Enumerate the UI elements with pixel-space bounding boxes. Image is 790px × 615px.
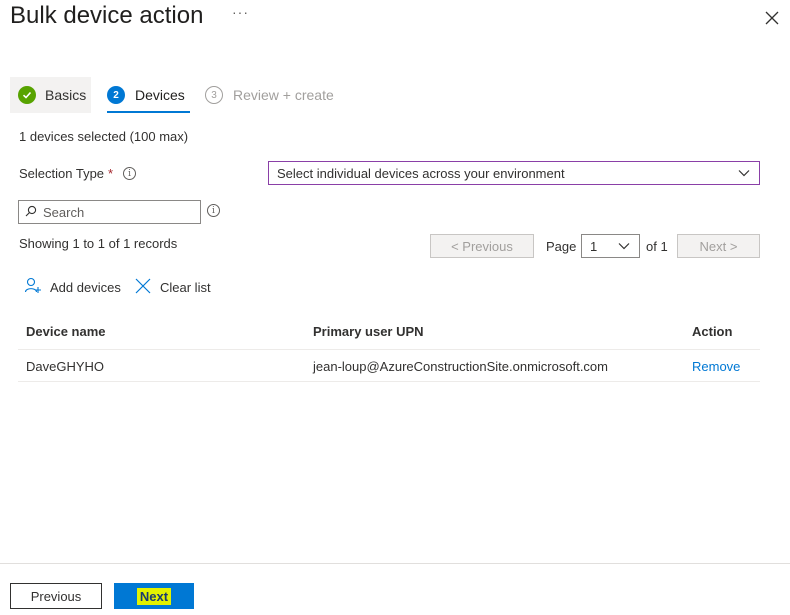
- selection-type-label: Selection Type * i: [19, 166, 137, 181]
- wizard-step-review: 3 Review + create: [205, 77, 334, 113]
- info-icon[interactable]: i: [207, 204, 220, 217]
- next-page-button[interactable]: Next >: [677, 234, 760, 258]
- wizard-step-label: Devices: [135, 87, 185, 103]
- chevron-down-icon: [737, 166, 751, 183]
- table-divider: [18, 349, 760, 350]
- table-divider: [18, 381, 760, 382]
- selection-type-dropdown[interactable]: Select individual devices across your en…: [268, 161, 760, 185]
- column-header-action: Action: [692, 324, 733, 339]
- search-icon: [25, 205, 37, 220]
- required-marker: *: [108, 166, 114, 181]
- step-number-badge: 3: [205, 86, 223, 104]
- close-icon: [134, 277, 160, 298]
- wizard-step-devices[interactable]: 2 Devices: [107, 77, 185, 113]
- column-header-device-name: Device name: [26, 324, 106, 339]
- page-label: Page: [546, 239, 577, 254]
- step-number-badge: 2: [107, 86, 125, 104]
- add-devices-button[interactable]: Add devices: [24, 277, 121, 298]
- search-placeholder: Search: [43, 204, 85, 220]
- more-options-icon[interactable]: ···: [232, 4, 249, 20]
- selection-type-label-text: Selection Type: [19, 166, 105, 181]
- search-input[interactable]: Search: [18, 200, 201, 224]
- column-header-primary-user-upn: Primary user UPN: [313, 324, 424, 339]
- checkmark-icon: [18, 86, 36, 104]
- remove-link[interactable]: Remove: [692, 359, 740, 374]
- close-icon[interactable]: [762, 8, 782, 28]
- footer-next-label: Next: [136, 587, 172, 605]
- page-total-label: of 1: [646, 239, 668, 254]
- wizard-step-basics[interactable]: Basics: [10, 77, 91, 113]
- footer-next-button[interactable]: Next: [114, 583, 194, 609]
- footer-previous-button[interactable]: Previous: [10, 583, 102, 609]
- table-cell-device-name: DaveGHYHO: [26, 359, 105, 374]
- wizard-step-label: Basics: [45, 87, 87, 103]
- chevron-down-icon: [617, 239, 631, 256]
- selection-type-value: Select individual devices across your en…: [277, 165, 565, 181]
- page-select[interactable]: 1: [581, 234, 640, 258]
- footer-divider: [0, 563, 790, 564]
- clear-list-button[interactable]: Clear list: [134, 277, 211, 298]
- clear-list-label: Clear list: [160, 280, 211, 295]
- info-icon[interactable]: i: [123, 167, 137, 180]
- page-title: Bulk device action: [10, 2, 204, 29]
- active-step-indicator: [107, 111, 190, 113]
- add-devices-label: Add devices: [50, 280, 121, 295]
- wizard-step-label: Review + create: [233, 87, 334, 103]
- page-select-value: 1: [590, 238, 598, 254]
- selected-count-text: 1 devices selected (100 max): [19, 129, 189, 144]
- table-cell-upn: jean-loup@AzureConstructionSite.onmicros…: [313, 359, 608, 374]
- add-user-icon: [24, 277, 50, 298]
- previous-page-button[interactable]: < Previous: [430, 234, 534, 258]
- records-count-text: Showing 1 to 1 of 1 records: [19, 236, 178, 251]
